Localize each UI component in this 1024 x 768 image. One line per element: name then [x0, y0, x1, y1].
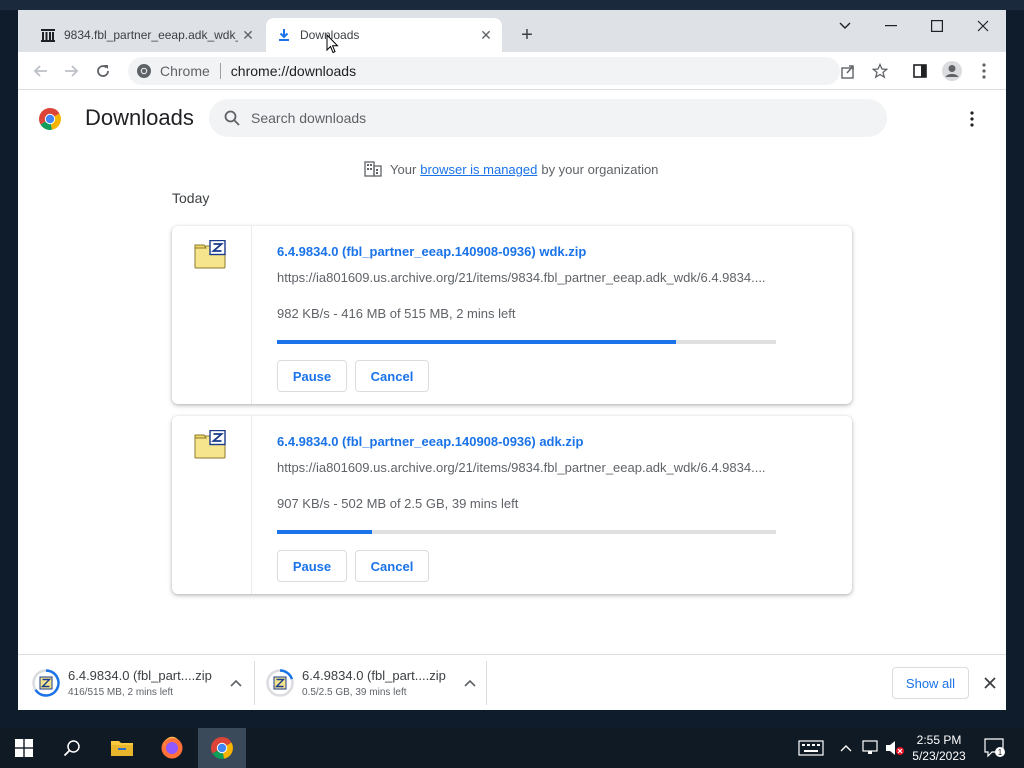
shelf-item[interactable]: 6.4.9834.0 (fbl_part....zip 0.5/2.5 GB, … — [266, 661, 476, 705]
close-shelf-icon[interactable] — [978, 671, 1002, 695]
progress-fill — [277, 530, 372, 534]
network-icon[interactable] — [860, 728, 882, 768]
file-explorer-button[interactable] — [98, 728, 146, 768]
chevron-up-icon[interactable] — [838, 728, 854, 768]
download-progress-bar — [277, 340, 776, 344]
tab-archive[interactable]: 9834.fbl_partner_eeap.adk_wdk_c ✕ — [30, 18, 264, 52]
managed-notice: Your browser is managed by your organiza… — [364, 158, 658, 180]
chevron-up-icon[interactable] — [464, 676, 476, 690]
progress-fill — [277, 340, 677, 344]
windows-taskbar: 2:55 PM 5/23/2023 1 — [0, 728, 1024, 768]
omnibox-url[interactable]: chrome://downloads — [231, 63, 356, 79]
managed-link[interactable]: browser is managed — [420, 162, 537, 177]
volume-muted-icon[interactable] — [884, 728, 906, 768]
shelf-divider — [486, 661, 487, 705]
minimize-button[interactable] — [868, 10, 914, 42]
close-tab-icon[interactable]: ✕ — [476, 25, 496, 45]
chevron-up-icon[interactable] — [230, 676, 242, 690]
zip-file-icon — [194, 430, 226, 459]
section-heading-today: Today — [172, 190, 210, 206]
file-icon-column — [172, 416, 252, 594]
chrome-menu-icon[interactable] — [972, 59, 996, 83]
omnibox-chip-label: Chrome — [160, 63, 210, 79]
shelf-item-status: 0.5/2.5 GB, 39 mins left — [302, 687, 407, 698]
shelf-divider — [254, 661, 255, 705]
search-box[interactable] — [209, 99, 887, 137]
mouse-cursor-icon — [326, 34, 339, 54]
notification-center-icon[interactable]: 1 — [980, 728, 1010, 768]
chrome-logo-icon — [39, 108, 61, 130]
chrome-icon — [211, 737, 233, 759]
forward-button[interactable] — [58, 58, 84, 84]
search-icon — [63, 740, 80, 757]
windows-logo-icon — [15, 739, 33, 757]
download-status: 907 KB/s - 502 MB of 2.5 GB, 39 mins lef… — [277, 496, 519, 511]
search-icon — [224, 110, 240, 126]
download-progress-bar — [277, 530, 776, 534]
shelf-item[interactable]: 6.4.9834.0 (fbl_part....zip 416/515 MB, … — [32, 661, 242, 705]
bookmark-star-icon[interactable] — [868, 59, 892, 83]
keyboard-icon[interactable] — [796, 728, 826, 768]
download-shelf: 6.4.9834.0 (fbl_part....zip 416/515 MB, … — [18, 654, 1006, 710]
zip-file-icon — [194, 240, 226, 269]
file-source-url[interactable]: https://ia801609.us.archive.org/21/items… — [277, 460, 777, 475]
omnibox-separator — [219, 63, 221, 79]
file-name-link[interactable]: 6.4.9834.0 (fbl_partner_eeap.140908-0936… — [277, 434, 583, 449]
close-window-button[interactable] — [960, 10, 1006, 42]
shelf-item-name: 6.4.9834.0 (fbl_part....zip — [68, 668, 212, 683]
file-source-url[interactable]: https://ia801609.us.archive.org/21/items… — [277, 270, 777, 285]
omnibox[interactable]: Chrome chrome://downloads — [128, 57, 840, 85]
show-all-button[interactable]: Show all — [892, 667, 969, 699]
desktop-background — [0, 0, 1024, 10]
shelf-item-name: 6.4.9834.0 (fbl_part....zip — [302, 668, 446, 683]
pause-button[interactable]: Pause — [277, 360, 347, 392]
share-icon[interactable] — [836, 59, 860, 83]
download-status: 982 KB/s - 416 MB of 515 MB, 2 mins left — [277, 306, 516, 321]
download-card: 6.4.9834.0 (fbl_partner_eeap.140908-0936… — [172, 226, 852, 404]
archive-icon — [40, 27, 56, 43]
maximize-button[interactable] — [914, 10, 960, 42]
downloads-menu-icon[interactable] — [960, 107, 984, 131]
zip-progress-icon — [32, 669, 60, 697]
pause-button[interactable]: Pause — [277, 550, 347, 582]
profile-avatar-icon[interactable] — [940, 59, 964, 83]
clock-time: 2:55 PM — [916, 733, 962, 747]
downloads-header: Downloads — [18, 91, 1006, 145]
file-name-link[interactable]: 6.4.9834.0 (fbl_partner_eeap.140908-0936… — [277, 244, 586, 259]
firefox-icon — [161, 736, 183, 759]
chrome-window: 9834.fbl_partner_eeap.adk_wdk_c ✕ Downlo… — [18, 10, 1006, 710]
cancel-button[interactable]: Cancel — [355, 360, 429, 392]
download-card: 6.4.9834.0 (fbl_partner_eeap.140908-0936… — [172, 416, 852, 594]
firefox-button[interactable] — [148, 728, 196, 768]
chrome-taskbar-button[interactable] — [198, 728, 246, 768]
reload-button[interactable] — [90, 58, 116, 84]
side-panel-icon[interactable] — [908, 59, 932, 83]
start-button[interactable] — [0, 728, 48, 768]
chrome-icon — [137, 64, 151, 78]
shelf-item-status: 416/515 MB, 2 mins left — [68, 687, 174, 698]
chrome-chip: Chrome — [136, 63, 210, 79]
notification-count: 1 — [998, 748, 1003, 757]
cancel-button[interactable]: Cancel — [355, 550, 429, 582]
download-icon — [276, 27, 292, 43]
tab-downloads[interactable]: Downloads ✕ — [266, 18, 502, 52]
back-button[interactable] — [28, 58, 54, 84]
close-tab-icon[interactable]: ✕ — [238, 25, 258, 45]
tab-strip: 9834.fbl_partner_eeap.adk_wdk_c ✕ Downlo… — [18, 10, 1006, 52]
tab-title: 9834.fbl_partner_eeap.adk_wdk_c — [64, 28, 238, 42]
managed-suffix: by your organization — [541, 161, 659, 177]
search-input[interactable] — [251, 110, 851, 126]
system-clock[interactable]: 2:55 PM 5/23/2023 — [904, 732, 974, 764]
browser-toolbar: Chrome chrome://downloads — [18, 52, 1006, 90]
tab-search-icon[interactable] — [822, 10, 868, 42]
page-title: Downloads — [85, 105, 194, 130]
taskbar-search-button[interactable] — [48, 728, 96, 768]
new-tab-button[interactable]: + — [516, 24, 538, 46]
building-icon — [364, 161, 382, 177]
managed-prefix: Your — [390, 161, 417, 177]
folder-icon — [111, 741, 133, 756]
file-icon-column — [172, 226, 252, 404]
clock-date: 5/23/2023 — [912, 749, 966, 763]
zip-progress-icon — [266, 669, 294, 697]
